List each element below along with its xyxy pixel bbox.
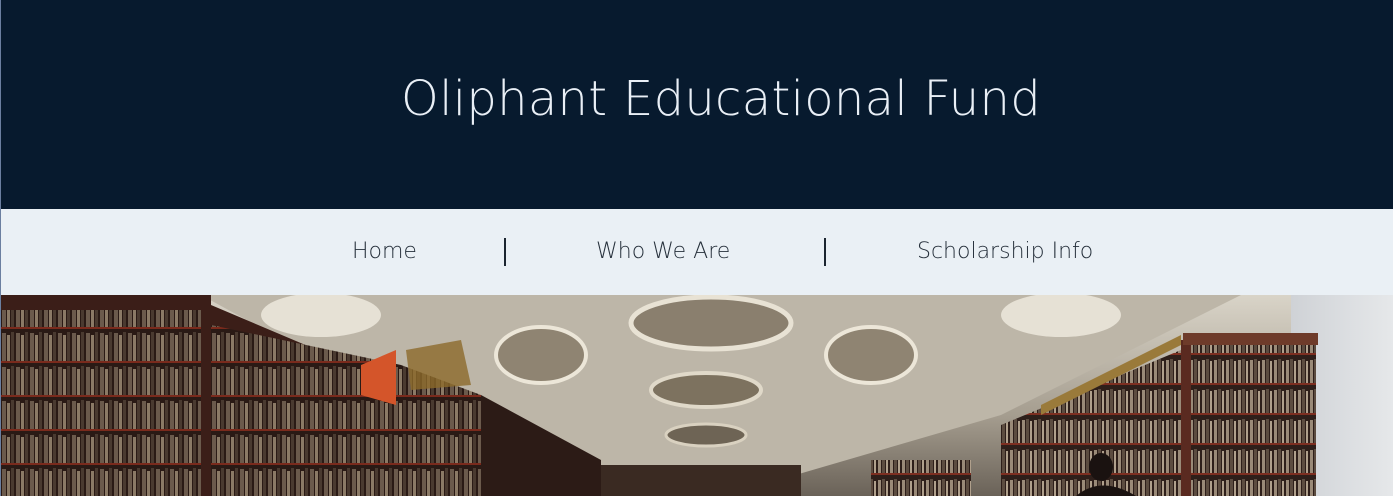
main-navigation: Home Who We Are Scholarship Info: [1, 209, 1393, 295]
hero-library-image: [1, 295, 1393, 496]
nav-item-scholarship-info[interactable]: Scholarship Info: [917, 209, 1093, 295]
site-header: Oliphant Educational Fund: [1, 0, 1393, 209]
nav-divider: [504, 238, 506, 266]
nav-item-who-we-are[interactable]: Who We Are: [596, 209, 730, 295]
page: Oliphant Educational Fund Home Who We Ar…: [0, 0, 1393, 496]
nav-divider: [824, 238, 826, 266]
site-title: Oliphant Educational Fund: [400, 70, 1042, 127]
library-interior-illustration: [1, 295, 1393, 496]
nav-item-home[interactable]: Home: [352, 209, 417, 295]
